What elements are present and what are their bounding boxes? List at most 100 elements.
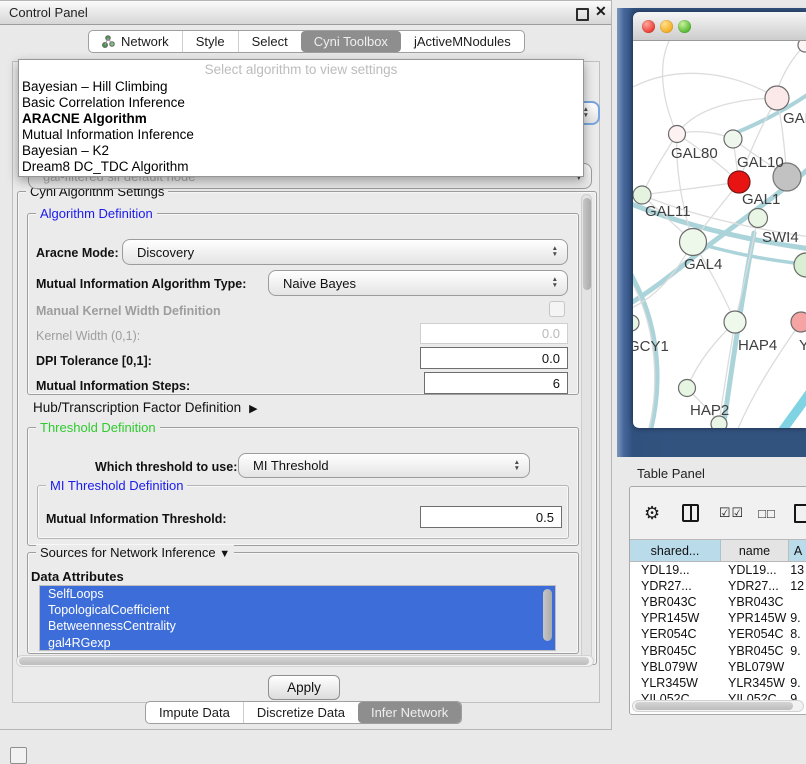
attribute-item[interactable]: TopologicalCoefficient [40,602,555,618]
settings-vertical-scrollbar[interactable] [581,194,592,660]
network-node-gal1[interactable] [728,171,750,193]
network-node[interactable] [791,312,806,332]
sources-group-title[interactable]: Sources for Network Inference ▼ [36,545,234,560]
tab-select[interactable]: Select [238,31,301,52]
float-window-icon[interactable] [576,8,589,21]
cell[interactable]: YDL19... [630,563,720,577]
tab-impute-data[interactable]: Impute Data [146,702,243,723]
hub-definition-expander[interactable]: Hub/Transcription Factor Definition▶ [33,400,258,415]
cell[interactable]: YDR27... [720,579,787,593]
algorithm-option[interactable]: Basic Correlation Inference [19,95,583,111]
which-threshold-combo[interactable]: MI Threshold ▲▼ [238,453,530,478]
table-row[interactable]: YDR27...YDR27...12 [630,578,806,594]
restore-panel-icon[interactable] [10,747,27,764]
cell[interactable]: 8. [787,627,806,641]
settings-hscrollbar-thumb[interactable] [19,657,589,665]
minimize-traffic-light[interactable] [660,20,673,33]
network-node-gcy1[interactable] [633,315,639,331]
cell[interactable]: YER054C [720,627,787,641]
column-header-name[interactable]: name [721,540,789,561]
zoom-traffic-light[interactable] [678,20,691,33]
cell[interactable]: YBR043C [720,595,787,609]
cell[interactable]: YLR345W [720,676,787,690]
table-row[interactable]: YBL079WYBL079W [630,659,806,675]
cell[interactable]: YDL19... [720,563,787,577]
table-row[interactable]: YLR345WYLR345W9. [630,675,806,691]
network-node-gal11[interactable] [633,186,651,204]
table-row[interactable]: YPR145WYPR145W9. [630,610,806,626]
cell[interactable]: YBL079W [720,660,787,674]
cell[interactable]: 9. [787,611,806,625]
attribute-item[interactable]: gal4RGexp [40,635,555,651]
algorithm-option[interactable]: Bayesian – Hill Climbing [19,79,583,95]
network-node-swi4[interactable] [749,209,768,228]
attribute-item[interactable]: BetweennessCentrality [40,618,555,634]
cell[interactable]: YBR045C [630,644,720,658]
cell[interactable]: YBL079W [630,660,720,674]
close-icon[interactable]: ✕ [595,3,607,20]
data-attributes-list: SelfLoops TopologicalCoefficient Between… [39,585,556,651]
table-row[interactable]: YDL19...YDL19...13 [630,562,806,578]
table-row[interactable]: YER054CYER054C8. [630,626,806,642]
cell[interactable]: YDR27... [630,579,720,593]
manual-kernel-width-checkbox[interactable] [549,301,565,317]
network-node[interactable] [794,253,806,277]
algorithm-option[interactable]: Dream8 DC_TDC Algorithm [19,159,583,175]
apply-button[interactable]: Apply [268,675,340,700]
cell[interactable]: YBR045C [720,644,787,658]
import-table-icon[interactable] [794,504,806,523]
cell[interactable]: 12 [787,579,806,593]
table-row[interactable]: YIL052CYIL052C9. [630,691,806,700]
network-node-gal80[interactable] [669,126,686,143]
attribute-list-scrollbar-thumb[interactable] [543,589,552,641]
settings-scrollbar-thumb[interactable] [583,198,591,290]
select-all-icon[interactable]: ☑☑ [719,505,744,521]
split-view-icon[interactable] [682,504,699,522]
algorithm-option[interactable]: Bayesian – K2 [19,143,583,159]
cell[interactable]: 9. [787,676,806,690]
tab-discretize-data[interactable]: Discretize Data [243,702,358,723]
cell[interactable]: 9. [787,692,806,700]
mi-algorithm-type-combo[interactable]: Naive Bayes ▲▼ [268,270,568,296]
table-horizontal-scrollbar[interactable] [632,700,804,712]
network-window-titlebar[interactable] [633,12,806,41]
cell[interactable]: 9. [787,644,806,658]
close-traffic-light[interactable] [642,20,655,33]
column-header-partial[interactable]: A [789,540,806,561]
cell[interactable]: YIL052C [630,692,720,700]
attribute-item[interactable]: SelfLoops [40,586,555,602]
tab-infer-network[interactable]: Infer Network [358,702,461,723]
network-node-hap2[interactable] [679,380,696,397]
tab-network[interactable]: Network [89,31,182,52]
mi-steps-field[interactable]: 6 [424,372,568,394]
tab-jactivemnodules[interactable]: jActiveMNodules [401,31,524,52]
network-canvas[interactable]: GAL GAL80 GAL10 GAL1 GAL11 SWI4 GAL4 GCY… [633,41,806,428]
network-node-gal10[interactable] [724,130,742,148]
network-node-hap4[interactable] [724,311,746,333]
column-header-shared-name[interactable]: shared... [630,540,721,561]
cell[interactable]: YBR043C [630,595,720,609]
settings-horizontal-scrollbar[interactable] [16,655,594,667]
network-node-gal4[interactable] [680,229,707,256]
mi-threshold-field[interactable]: 0.5 [420,506,562,528]
aracne-mode-combo[interactable]: Discovery ▲▼ [122,239,568,265]
table-row[interactable]: YBR045CYBR045C9. [630,642,806,658]
cell[interactable]: YPR145W [630,611,720,625]
table-hscrollbar-thumb[interactable] [635,702,793,710]
network-node[interactable] [765,86,789,110]
cell[interactable]: YIL052C [720,692,787,700]
cell[interactable]: 13 [787,563,806,577]
tab-cyni-toolbox[interactable]: Cyni Toolbox [301,31,401,52]
algorithm-option[interactable]: Mutual Information Inference [19,127,583,143]
kernel-width-field[interactable]: 0.0 [420,323,568,344]
deselect-all-icon[interactable]: □□ [758,506,776,521]
control-panel-titlebar[interactable]: Control Panel ✕ [0,1,611,25]
gear-icon[interactable]: ⚙ [644,503,660,524]
table-row[interactable]: YBR043CYBR043C [630,594,806,610]
cell[interactable]: YLR345W [630,676,720,690]
dpi-tolerance-field[interactable]: 0.0 [420,347,568,369]
cell[interactable]: YPR145W [720,611,787,625]
algorithm-option-selected[interactable]: ARACNE Algorithm [19,111,583,127]
tab-style[interactable]: Style [182,31,238,52]
cell[interactable]: YER054C [630,627,720,641]
